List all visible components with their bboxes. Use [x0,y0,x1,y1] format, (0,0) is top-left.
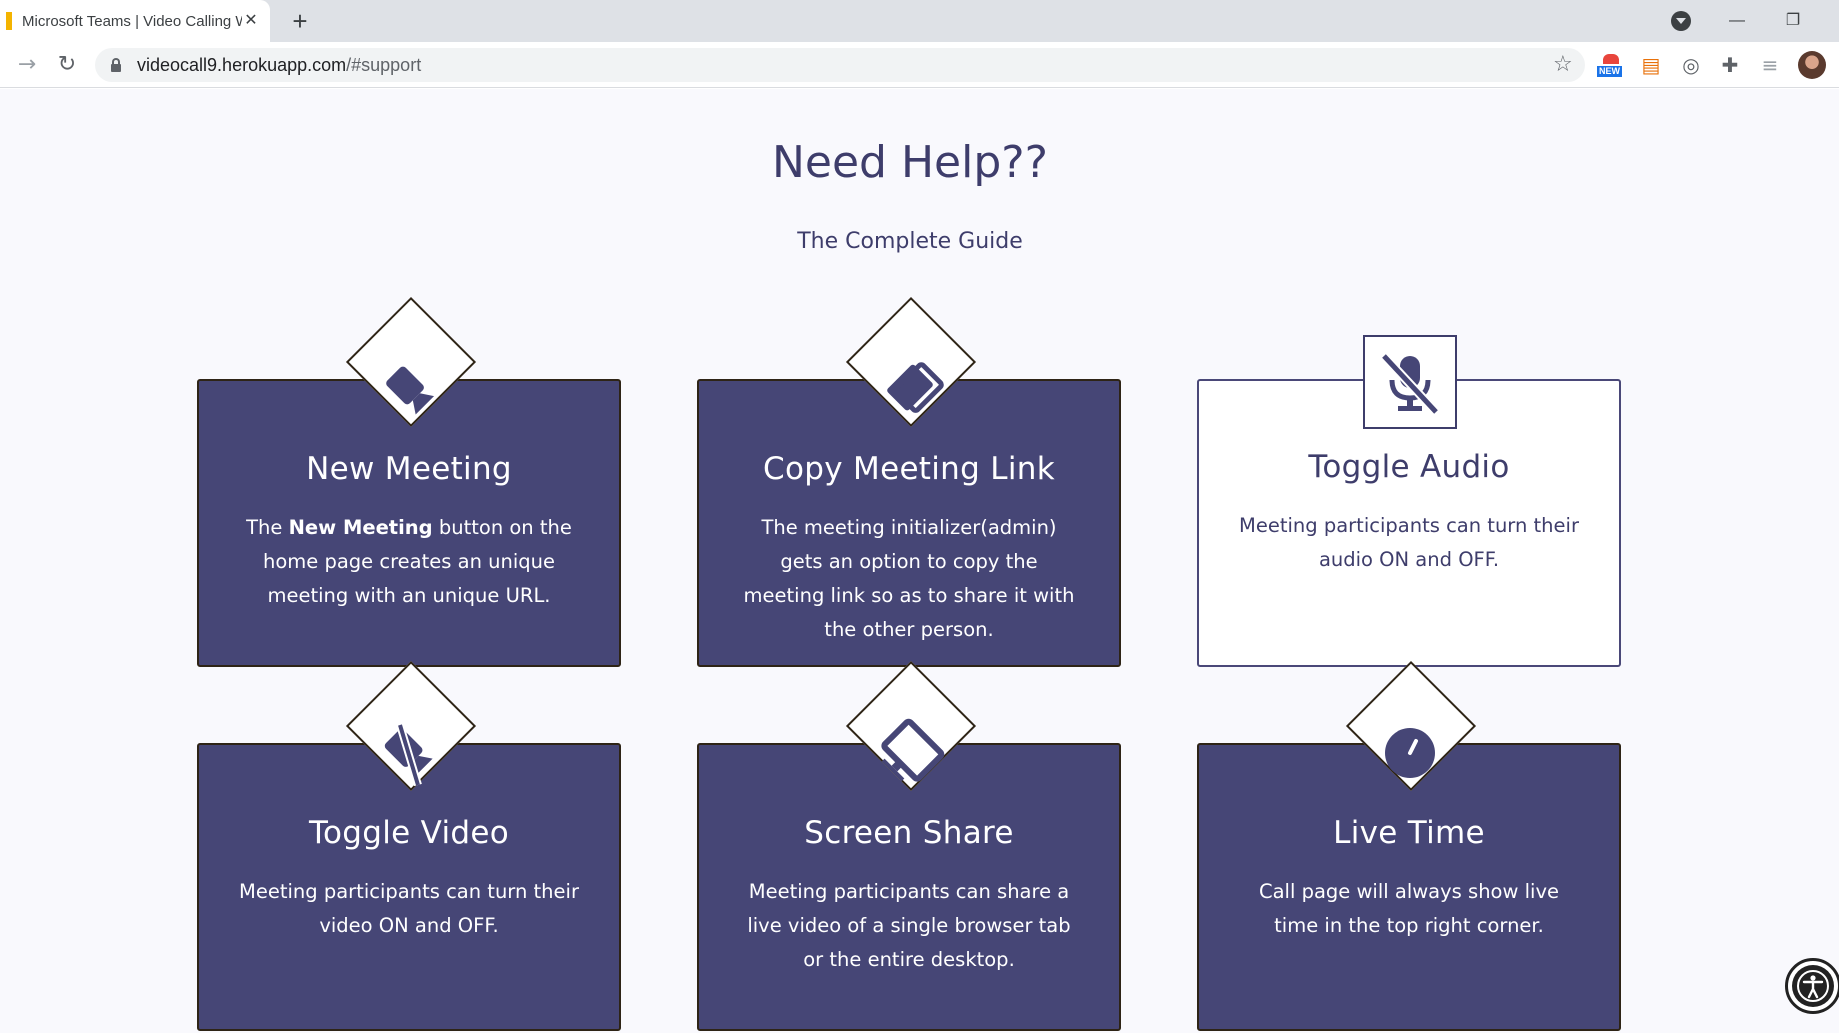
new-tab-button[interactable]: + [286,7,314,35]
url-text[interactable]: videocall9.herokuapp.com/#support [137,55,421,76]
card-description: Call page will always show live time in … [1258,880,1560,937]
extensions-puzzle-icon[interactable]: ✚ [1716,51,1744,79]
camera-extension-icon[interactable]: ◎ [1677,51,1705,79]
bookmark-star-icon[interactable]: ☆ [1553,53,1573,77]
page-title: Need Help?? [772,137,1048,188]
browser-toolbar: → ↻ videocall9.herokuapp.com/#support ☆ … [0,42,1839,88]
lock-icon[interactable] [111,58,121,72]
restore-button[interactable]: ❐ [1778,6,1808,36]
video-off-icon [384,723,433,787]
card-description: Meeting participants can share a live vi… [747,880,1071,971]
url-host: videocall9.herokuapp.com [137,55,347,75]
extension-roof-shape [1603,54,1619,64]
favicon-icon [6,12,12,30]
tab-title: Microsoft Teams | Video Calling W [22,12,242,30]
tab-search-icon[interactable] [1671,11,1691,31]
card-title: Screen Share [804,815,1014,851]
card-text-before: The [246,516,289,539]
url-path: /#support [346,55,422,75]
new-extension-icon[interactable]: NEW [1597,51,1625,79]
browser-tabstrip: Microsoft Teams | Video Calling W ✕ + — … [0,0,1839,42]
video-camera-icon [386,366,435,415]
support-page: Need Help?? The Complete Guide New Meeti… [0,89,1839,1033]
reload-icon[interactable]: ↻ [52,50,82,80]
copy-icon [887,362,944,413]
browser-tab[interactable]: Microsoft Teams | Video Calling W ✕ [0,0,270,42]
card-title: Live Time [1333,815,1485,851]
card-description: Meeting participants can turn their vide… [239,880,579,937]
screen-share-icon [881,718,945,782]
new-badge: NEW [1597,66,1622,77]
profile-avatar[interactable] [1798,51,1826,79]
clock-icon [1385,728,1435,778]
card-title: Copy Meeting Link [763,451,1055,487]
card-description: The New Meeting button on the home page … [239,511,579,613]
forward-arrow-icon[interactable]: → [12,50,42,80]
card-title: Toggle Video [309,815,509,851]
accessibility-person-icon [1797,970,1829,1002]
card-text-bold: New Meeting [288,516,433,539]
card-description: Meeting participants can turn their audi… [1239,514,1579,571]
card-description: The meeting initializer(admin) gets an o… [743,516,1075,641]
card-title: New Meeting [306,451,512,487]
layout-extension-icon[interactable]: ▤ [1637,51,1665,79]
minimize-button[interactable]: — [1722,6,1752,36]
page-subtitle: The Complete Guide [797,229,1023,254]
close-tab-icon[interactable]: ✕ [241,10,261,30]
microphone-off-icon [1380,352,1440,416]
media-control-icon[interactable]: ≡ [1756,51,1784,79]
card-title: Toggle Audio [1308,449,1510,485]
accessibility-widget-button[interactable] [1785,958,1839,1014]
address-bar[interactable]: videocall9.herokuapp.com/#support ☆ [95,48,1585,82]
